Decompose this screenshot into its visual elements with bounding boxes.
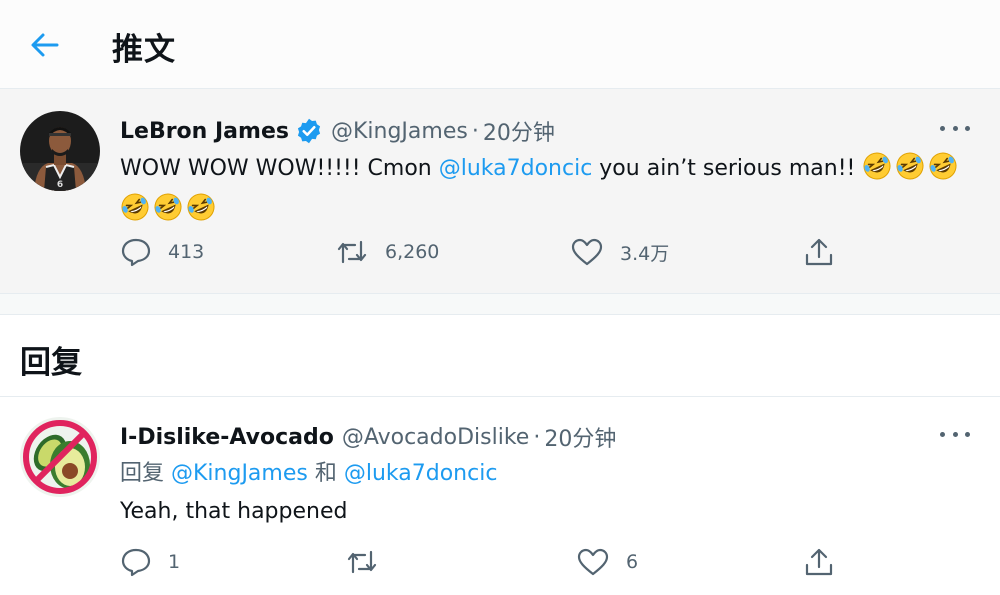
reply-count: 413 — [168, 241, 205, 263]
replies-title: 回复 — [20, 345, 82, 381]
verified-badge-icon — [295, 117, 323, 145]
reply-count: 1 — [168, 551, 181, 573]
author-handle[interactable]: @KingJames — [331, 119, 468, 144]
rofl-emoji-icon — [928, 151, 958, 192]
rofl-emoji-icon — [153, 192, 183, 233]
more-options-button[interactable] — [940, 118, 970, 138]
lebron-avatar-image: 6 — [20, 111, 100, 191]
comment-icon — [121, 238, 151, 267]
reply-text: Yeah, that happened — [120, 499, 348, 524]
like-count: 6 — [626, 551, 639, 573]
reply-tweet[interactable]: I-Dislike-Avocado @AvocadoDislike · 20分钟… — [0, 397, 1000, 595]
rofl-emoji-icon — [186, 192, 216, 233]
more-options-button[interactable] — [940, 424, 970, 444]
tweet-text-part: WOW WOW WOW!!!!! Cmon — [120, 156, 439, 181]
top-bar: 推文 — [0, 0, 1000, 89]
replying-to: 回复 @KingJames 和 @luka7doncic — [120, 457, 970, 491]
retweet-icon — [337, 240, 367, 264]
heart-icon — [577, 548, 609, 576]
share-button[interactable] — [803, 237, 835, 267]
tweet-text: WOW WOW WOW!!!!! Cmon @luka7doncic you a… — [120, 151, 970, 233]
more-dot-icon — [952, 125, 958, 131]
replying-to-and: 和 — [307, 461, 344, 486]
tweet-text-part: you ain’t serious man!! — [592, 156, 863, 181]
like-button[interactable]: 3.4万 — [570, 237, 669, 267]
section-divider — [0, 294, 1000, 315]
like-count: 3.4万 — [620, 242, 670, 265]
separator-dot: · — [471, 118, 479, 144]
more-dot-icon — [965, 431, 970, 437]
comment-icon — [121, 548, 151, 577]
more-dot-icon — [940, 431, 945, 437]
reply-timestamp[interactable]: 20分钟 — [544, 421, 616, 453]
author-name[interactable]: LeBron James — [120, 119, 289, 144]
rofl-emoji-icon — [895, 151, 925, 192]
retweet-button[interactable] — [345, 547, 395, 577]
share-icon — [805, 548, 833, 576]
reply-actions: 1 6 — [120, 547, 880, 587]
avocado-avatar-image — [20, 417, 100, 497]
main-tweet[interactable]: 6 LeBron James @KingJames · 20分钟 WOW WOW… — [0, 89, 1000, 294]
heart-icon — [571, 238, 603, 266]
retweet-count: 6,260 — [385, 241, 440, 263]
more-dot-icon — [940, 125, 945, 131]
reply-button[interactable]: 413 — [120, 237, 204, 267]
arrow-left-icon — [31, 33, 59, 57]
tweet-author-row: LeBron James @KingJames · 20分钟 — [120, 115, 555, 147]
author-name[interactable]: I-Dislike-Avocado — [120, 425, 334, 450]
tweet-timestamp[interactable]: 20分钟 — [483, 115, 555, 147]
author-handle[interactable]: @AvocadoDislike — [342, 425, 529, 450]
svg-text:6: 6 — [57, 180, 63, 190]
avatar[interactable]: 6 — [20, 111, 100, 191]
rofl-emoji-icon — [120, 192, 150, 233]
page-title: 推文 — [112, 32, 176, 68]
mention-link[interactable]: @luka7doncic — [344, 461, 498, 486]
like-button[interactable]: 6 — [576, 547, 638, 577]
mention-link[interactable]: @KingJames — [171, 461, 308, 486]
more-dot-icon — [952, 431, 958, 437]
retweet-button[interactable]: 6,260 — [335, 237, 439, 267]
replying-to-label: 回复 — [120, 461, 171, 486]
tweet-actions: 413 6,260 3.4万 — [120, 237, 880, 277]
separator-dot: · — [533, 424, 541, 450]
avatar[interactable] — [20, 417, 100, 497]
more-dot-icon — [965, 125, 970, 131]
mention-link[interactable]: @luka7doncic — [439, 156, 593, 181]
reply-author-row: I-Dislike-Avocado @AvocadoDislike · 20分钟 — [120, 421, 616, 453]
rofl-emoji-icon — [862, 151, 892, 192]
retweet-icon — [347, 550, 377, 574]
replies-header: 回复 — [0, 315, 1000, 397]
back-button[interactable] — [22, 24, 68, 66]
reply-button[interactable]: 1 — [120, 547, 180, 577]
share-icon — [805, 238, 833, 266]
share-button[interactable] — [803, 547, 835, 577]
